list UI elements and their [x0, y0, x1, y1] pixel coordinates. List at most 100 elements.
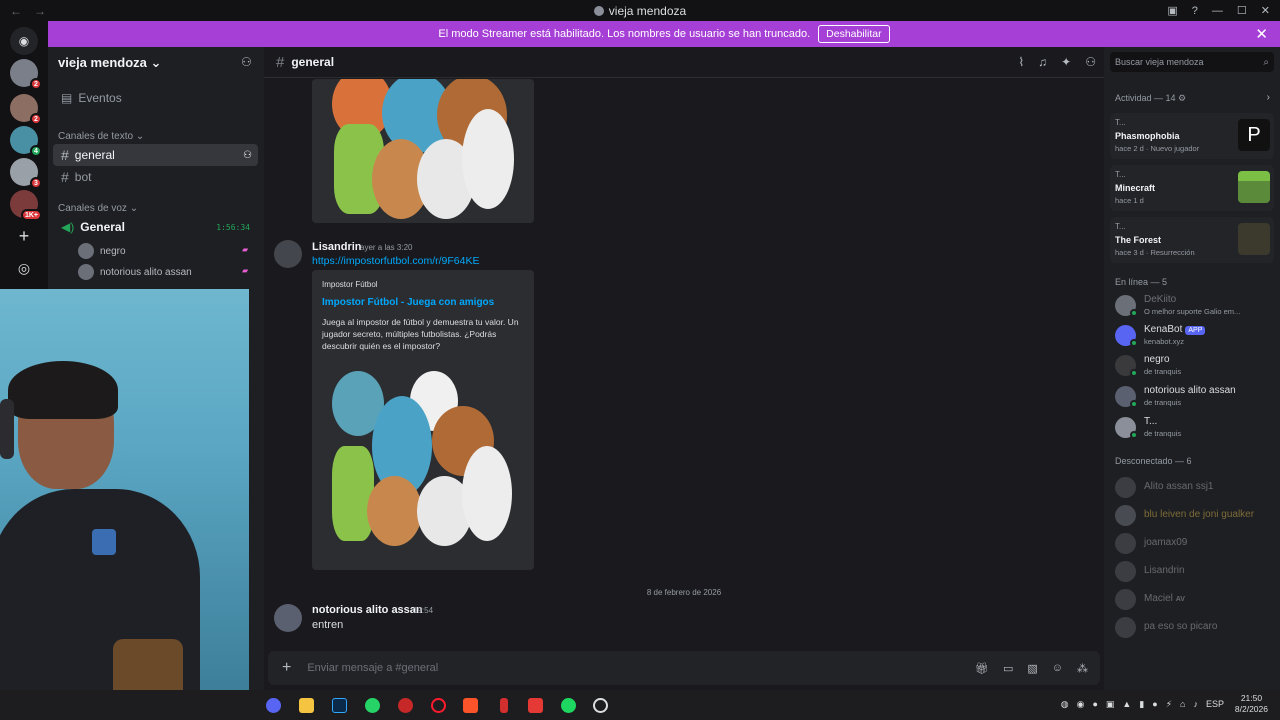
photoshop-icon[interactable] — [332, 698, 347, 713]
opera-icon[interactable] — [431, 698, 446, 713]
voice-channel-general[interactable]: ◀) General 1:56:34 — [53, 216, 258, 238]
game-thumbnail — [1238, 223, 1270, 255]
spotify-icon[interactable] — [561, 698, 576, 713]
discover-icon[interactable]: ◎ — [10, 254, 38, 282]
embed-provider[interactable]: Impostor Fútbol — [322, 280, 378, 289]
member-item[interactable]: T... de tranquis — [1115, 415, 1275, 443]
chat-header: # general ⌇ ♫ ✦ ⚇ — [264, 47, 1104, 78]
member-item[interactable]: negro de tranquis — [1115, 353, 1275, 381]
activity-header[interactable]: Actividad — 14 ⚙ — [1115, 93, 1186, 104]
member-item[interactable]: Alito assan ssj1 — [1115, 475, 1275, 503]
game-thumbnail: P — [1238, 119, 1270, 151]
add-member-icon[interactable]: ⚇ — [243, 150, 252, 161]
avatar[interactable] — [274, 604, 302, 632]
app-icon[interactable] — [500, 698, 508, 713]
activity-game: The Forest — [1115, 235, 1162, 245]
taskbar: ◍ ◉ ● ▣ ▲ ▮ ● ⚡ ⌂ ♪ ESP 21:50 8/2/2026 — [0, 690, 1280, 720]
embed-image[interactable] — [312, 79, 534, 223]
webcam-overlay — [0, 289, 249, 690]
member-item[interactable]: pa eso so picaro — [1115, 615, 1275, 643]
server-icon[interactable]: 2 — [10, 59, 42, 90]
server-icon[interactable]: 2 — [10, 94, 42, 125]
member-item[interactable]: notorious alito assan de tranquis — [1115, 384, 1275, 412]
message-composer: + Enviar mensaje a #general 🎁︎ ▭ ▧ ☺ ⁂ — [268, 651, 1100, 685]
hash-icon: # — [61, 147, 69, 163]
message-author[interactable]: notorious alito assan — [312, 604, 423, 616]
add-server-icon[interactable]: + — [10, 222, 38, 250]
banner-text: El modo Streamer está habilitado. Los no… — [438, 28, 811, 40]
embed-title[interactable]: Impostor Fútbol - Juega con amigos — [322, 297, 494, 308]
activity-icon: ▰ — [242, 266, 249, 275]
chevron-right-icon[interactable]: › — [1267, 92, 1270, 103]
brave-icon[interactable] — [463, 698, 478, 713]
maximize-icon[interactable]: ☐ — [1237, 4, 1247, 17]
mute-bell-icon[interactable]: ♫ — [1038, 55, 1047, 69]
language-indicator[interactable]: ESP — [1206, 699, 1224, 710]
member-item[interactable]: DeKiito O melhor suporte Galio em... — [1115, 293, 1275, 321]
activity-card[interactable]: T... Minecraft hace 1 d — [1110, 165, 1274, 211]
app-icon[interactable] — [593, 698, 608, 713]
guild-name[interactable]: vieja mendoza ⌄ — [58, 55, 161, 71]
embed-description: Juega al impostor de fútbol y demuestra … — [322, 317, 519, 351]
channel-bot[interactable]: # bot — [53, 166, 258, 188]
gif-icon[interactable]: ▭ — [1003, 662, 1013, 675]
activity-icon: ▰ — [242, 245, 249, 254]
app-icon[interactable] — [398, 698, 413, 713]
voice-user[interactable]: notorious alito assan — [78, 264, 192, 280]
chat-area: # general ⌇ ♫ ✦ ⚇ Lisandrin ayer a las 3… — [264, 47, 1104, 690]
channel-title: general — [291, 55, 335, 69]
inbox-icon[interactable]: ▣ — [1167, 4, 1177, 17]
server-icon[interactable]: 4 — [10, 126, 42, 157]
whatsapp-icon[interactable] — [365, 698, 380, 713]
avatar[interactable] — [274, 240, 302, 268]
clock[interactable]: 21:50 8/2/2026 — [1235, 693, 1268, 715]
pin-icon[interactable]: ✦ — [1061, 55, 1071, 69]
activity-card[interactable]: T... The Forest hace 3 d · Resurrección — [1110, 217, 1274, 263]
server-icon — [593, 5, 604, 16]
system-tray[interactable]: ◍ ◉ ● ▣ ▲ ▮ ● ⚡ ⌂ ♪ ESP — [1061, 699, 1224, 710]
discord-taskbar-icon[interactable] — [266, 698, 281, 713]
members-icon[interactable]: ⚇ — [1085, 55, 1096, 69]
voice-timer: 1:56:34 — [216, 222, 250, 232]
server-icon[interactable]: 1K+ — [10, 190, 42, 221]
disable-streamer-button[interactable]: Deshabilitar — [818, 25, 890, 43]
activity-meta: hace 3 d · Resurrección — [1115, 248, 1195, 257]
message-text: entren — [312, 619, 344, 631]
server-icon[interactable]: 3 — [10, 158, 42, 189]
message-author[interactable]: Lisandrin — [312, 241, 362, 253]
sticker-icon[interactable]: ▧ — [1027, 662, 1037, 675]
member-item[interactable]: blu leiven de joni gualker — [1115, 503, 1275, 531]
member-item[interactable]: Lisandrin — [1115, 559, 1275, 587]
banner-close-icon[interactable]: ✕ — [1255, 25, 1268, 43]
channel-label: bot — [74, 170, 92, 184]
voice-user[interactable]: negro — [78, 243, 126, 259]
member-item[interactable]: Maciel AV — [1115, 587, 1275, 615]
attach-plus-icon[interactable]: + — [282, 659, 291, 677]
embed-image[interactable] — [322, 366, 522, 556]
text-category[interactable]: Canales de texto ⌄ — [58, 131, 144, 142]
search-input[interactable]: Buscar vieja mendoza ⌕ — [1110, 52, 1274, 72]
message-input[interactable]: Enviar mensaje a #general — [307, 662, 975, 674]
members-panel: Buscar vieja mendoza ⌕ Actividad — 14 ⚙ … — [1104, 47, 1280, 690]
events-item[interactable]: ▤ Eventos — [53, 87, 258, 109]
voice-category[interactable]: Canales de voz ⌄ — [58, 203, 138, 214]
threads-icon[interactable]: ⌇ — [1018, 55, 1024, 69]
minimize-icon[interactable]: — — [1212, 5, 1223, 17]
app-icon[interactable] — [528, 698, 543, 713]
member-item[interactable]: joamax09 — [1115, 531, 1275, 559]
file-explorer-icon[interactable] — [299, 698, 314, 713]
server-badge: 3 — [30, 177, 42, 189]
channel-label: general — [74, 148, 115, 162]
help-icon[interactable]: ? — [1192, 5, 1198, 17]
discord-home-icon[interactable]: ◉ — [10, 27, 38, 55]
apps-icon[interactable]: ⁂ — [1077, 662, 1088, 675]
invite-icon[interactable]: ⚇ — [241, 55, 252, 69]
close-window-icon[interactable]: ✕ — [1261, 4, 1270, 17]
message-link[interactable]: https://impostorfutbol.com/r/9F64KE — [312, 255, 480, 267]
gift-icon[interactable]: 🎁︎ — [975, 662, 989, 675]
activity-card[interactable]: T... Phasmophobia hace 2 d · Nuevo jugad… — [1110, 113, 1274, 159]
member-item[interactable]: KenaBot APP kenabot.xyz — [1115, 323, 1275, 351]
emoji-icon[interactable]: ☺ — [1052, 662, 1063, 675]
message-timestamp: 19:54 — [413, 606, 434, 615]
channel-general[interactable]: # general ⚇ — [53, 144, 258, 166]
